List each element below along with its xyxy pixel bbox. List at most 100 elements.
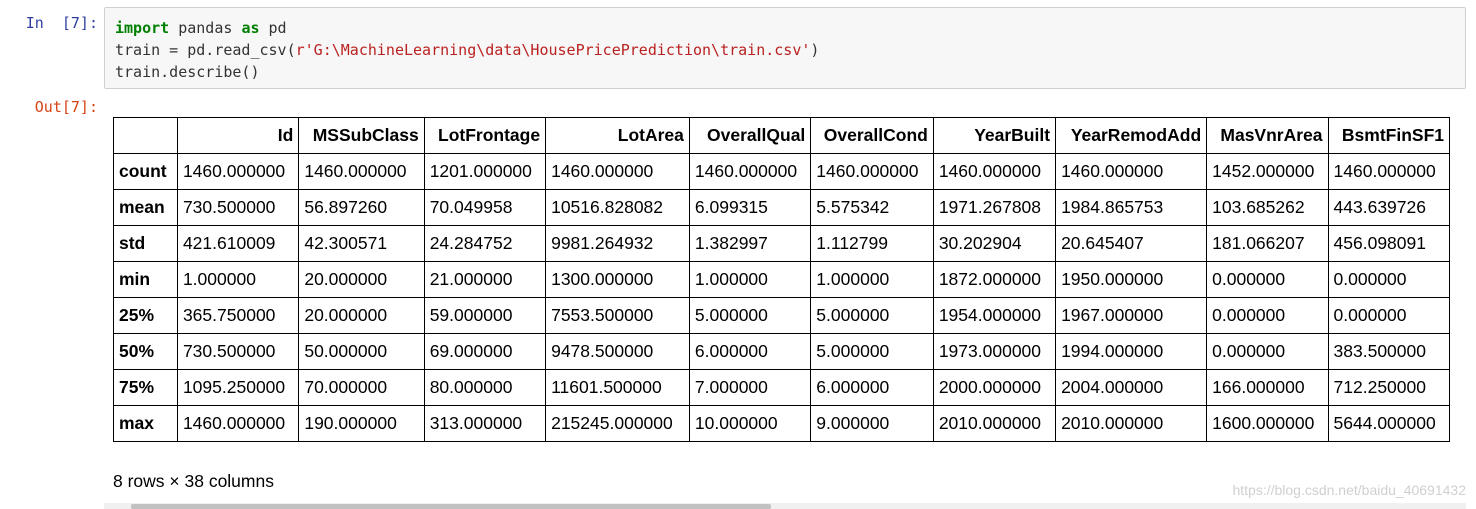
code-text: train = pd.read_csv( bbox=[115, 41, 296, 59]
table-cell: 2010.000000 bbox=[1055, 405, 1208, 442]
table-cell: 70.000000 bbox=[298, 369, 425, 406]
index-header bbox=[113, 117, 178, 154]
table-cell: 443.639726 bbox=[1327, 189, 1450, 226]
keyword-as: as bbox=[241, 19, 260, 37]
table-cell: 10516.828082 bbox=[545, 189, 690, 226]
table-row: 50% 730.500000 50.000000 69.000000 9478.5000… bbox=[113, 333, 1450, 370]
table-cell: 9.000000 bbox=[810, 405, 934, 442]
row-label: count bbox=[113, 153, 178, 190]
table-cell: 21.000000 bbox=[423, 261, 547, 298]
horizontal-scrollbar[interactable] bbox=[104, 503, 1466, 509]
table-cell: 11601.500000 bbox=[545, 369, 690, 406]
code-text: train.describe() bbox=[115, 63, 260, 81]
row-label: mean bbox=[113, 189, 178, 226]
column-header: Id bbox=[176, 117, 300, 154]
table-cell: 59.000000 bbox=[423, 297, 547, 334]
table-row: std 421.610009 42.300571 24.284752 9981.2649… bbox=[113, 225, 1450, 262]
column-header: BsmtFinSF1 bbox=[1327, 117, 1450, 154]
table-cell: 20.645407 bbox=[1055, 225, 1208, 262]
table-cell: 1460.000000 bbox=[1055, 153, 1208, 190]
table-cell: 421.610009 bbox=[176, 225, 300, 262]
row-label: std bbox=[113, 225, 178, 262]
table-cell: 1300.000000 bbox=[545, 261, 690, 298]
table-cell: 1994.000000 bbox=[1055, 333, 1208, 370]
table-cell: 1460.000000 bbox=[688, 153, 812, 190]
table-cell: 42.300571 bbox=[298, 225, 425, 262]
table-cell: 1984.865753 bbox=[1055, 189, 1208, 226]
table-cell: 456.098091 bbox=[1327, 225, 1450, 262]
table-cell: 10.000000 bbox=[688, 405, 812, 442]
table-cell: 313.000000 bbox=[423, 405, 547, 442]
table-row: mean 730.500000 56.897260 70.049958 10516.82… bbox=[113, 189, 1450, 226]
row-label: 75% bbox=[113, 369, 178, 406]
table-cell: 56.897260 bbox=[298, 189, 425, 226]
table-cell: 166.000000 bbox=[1206, 369, 1329, 406]
table-cell: 0.000000 bbox=[1327, 297, 1450, 334]
table-cell: 9478.500000 bbox=[545, 333, 690, 370]
table-cell: 1460.000000 bbox=[298, 153, 425, 190]
watermark: https://blog.csdn.net/baidu_40691432 bbox=[1232, 482, 1466, 498]
table-cell: 1201.000000 bbox=[423, 153, 547, 190]
table-cell: 0.000000 bbox=[1327, 261, 1450, 298]
table-cell: 20.000000 bbox=[298, 297, 425, 334]
table-cell: 1.000000 bbox=[688, 261, 812, 298]
table-cell: 1971.267808 bbox=[932, 189, 1057, 226]
table-cell: 1460.000000 bbox=[1327, 153, 1450, 190]
table-cell: 2010.000000 bbox=[932, 405, 1057, 442]
table-cell: 1950.000000 bbox=[1055, 261, 1208, 298]
table-cell: 1452.000000 bbox=[1206, 153, 1329, 190]
code-editor[interactable]: import pandas as pd train = pd.read_csv(… bbox=[115, 17, 819, 83]
column-header: MasVnrArea bbox=[1206, 117, 1329, 154]
table-cell: 1.112799 bbox=[810, 225, 934, 262]
table-cell: 190.000000 bbox=[298, 405, 425, 442]
table-cell: 1460.000000 bbox=[545, 153, 690, 190]
table-row: min 1.000000 20.000000 21.000000 1300.000000… bbox=[113, 261, 1450, 298]
table-cell: 1460.000000 bbox=[810, 153, 934, 190]
table-cell: 181.066207 bbox=[1206, 225, 1329, 262]
table-cell: 2004.000000 bbox=[1055, 369, 1208, 406]
scrollbar-thumb[interactable] bbox=[131, 504, 771, 509]
table-cell: 215245.000000 bbox=[545, 405, 690, 442]
keyword-import: import bbox=[115, 19, 170, 37]
row-label: max bbox=[113, 405, 178, 442]
table-cell: 50.000000 bbox=[298, 333, 425, 370]
shape-summary: 8 rows × 38 columns bbox=[113, 471, 274, 491]
table-cell: 0.000000 bbox=[1206, 333, 1329, 370]
table-cell: 1973.000000 bbox=[932, 333, 1057, 370]
code-text: pandas bbox=[169, 19, 242, 37]
table-cell: 103.685262 bbox=[1206, 189, 1329, 226]
table-cell: 6.000000 bbox=[810, 369, 934, 406]
table-cell: 30.202904 bbox=[932, 225, 1057, 262]
table-cell: 1600.000000 bbox=[1206, 405, 1329, 442]
table-row: 75% 1095.250000 70.000000 80.000000 11601.50… bbox=[113, 369, 1450, 406]
table-cell: 1460.000000 bbox=[176, 153, 300, 190]
table-cell: 7553.500000 bbox=[545, 297, 690, 334]
column-header: LotFrontage bbox=[423, 117, 547, 154]
table-row: max 1460.000000 190.000000 313.000000 215245… bbox=[113, 405, 1450, 442]
column-header: OverallCond bbox=[810, 117, 934, 154]
row-label: 25% bbox=[113, 297, 178, 334]
table-cell: 6.000000 bbox=[688, 333, 812, 370]
table-cell: 712.250000 bbox=[1327, 369, 1450, 406]
table-cell: 365.750000 bbox=[176, 297, 300, 334]
table-cell: 2000.000000 bbox=[932, 369, 1057, 406]
table-cell: 1872.000000 bbox=[932, 261, 1057, 298]
column-header: YearBuilt bbox=[932, 117, 1057, 154]
table-cell: 20.000000 bbox=[298, 261, 425, 298]
table-cell: 0.000000 bbox=[1206, 297, 1329, 334]
describe-table: Id MSSubClass LotFrontage LotArea OverallQua… bbox=[113, 117, 1450, 442]
table-cell: 1967.000000 bbox=[1055, 297, 1208, 334]
table-cell: 80.000000 bbox=[423, 369, 547, 406]
table-cell: 7.000000 bbox=[688, 369, 812, 406]
table-cell: 1954.000000 bbox=[932, 297, 1057, 334]
dataframe-output[interactable]: Id MSSubClass LotFrontage LotArea OverallQua… bbox=[113, 117, 1450, 451]
code-cell[interactable]: import pandas as pd train = pd.read_csv(… bbox=[104, 7, 1466, 89]
table-cell: 70.049958 bbox=[423, 189, 547, 226]
table-cell: 9981.264932 bbox=[545, 225, 690, 262]
table-cell: 5644.000000 bbox=[1327, 405, 1450, 442]
table-cell: 5.000000 bbox=[810, 333, 934, 370]
table-cell: 1.000000 bbox=[810, 261, 934, 298]
column-header: OverallQual bbox=[688, 117, 812, 154]
table-cell: 383.500000 bbox=[1327, 333, 1450, 370]
column-header: LotArea bbox=[545, 117, 690, 154]
